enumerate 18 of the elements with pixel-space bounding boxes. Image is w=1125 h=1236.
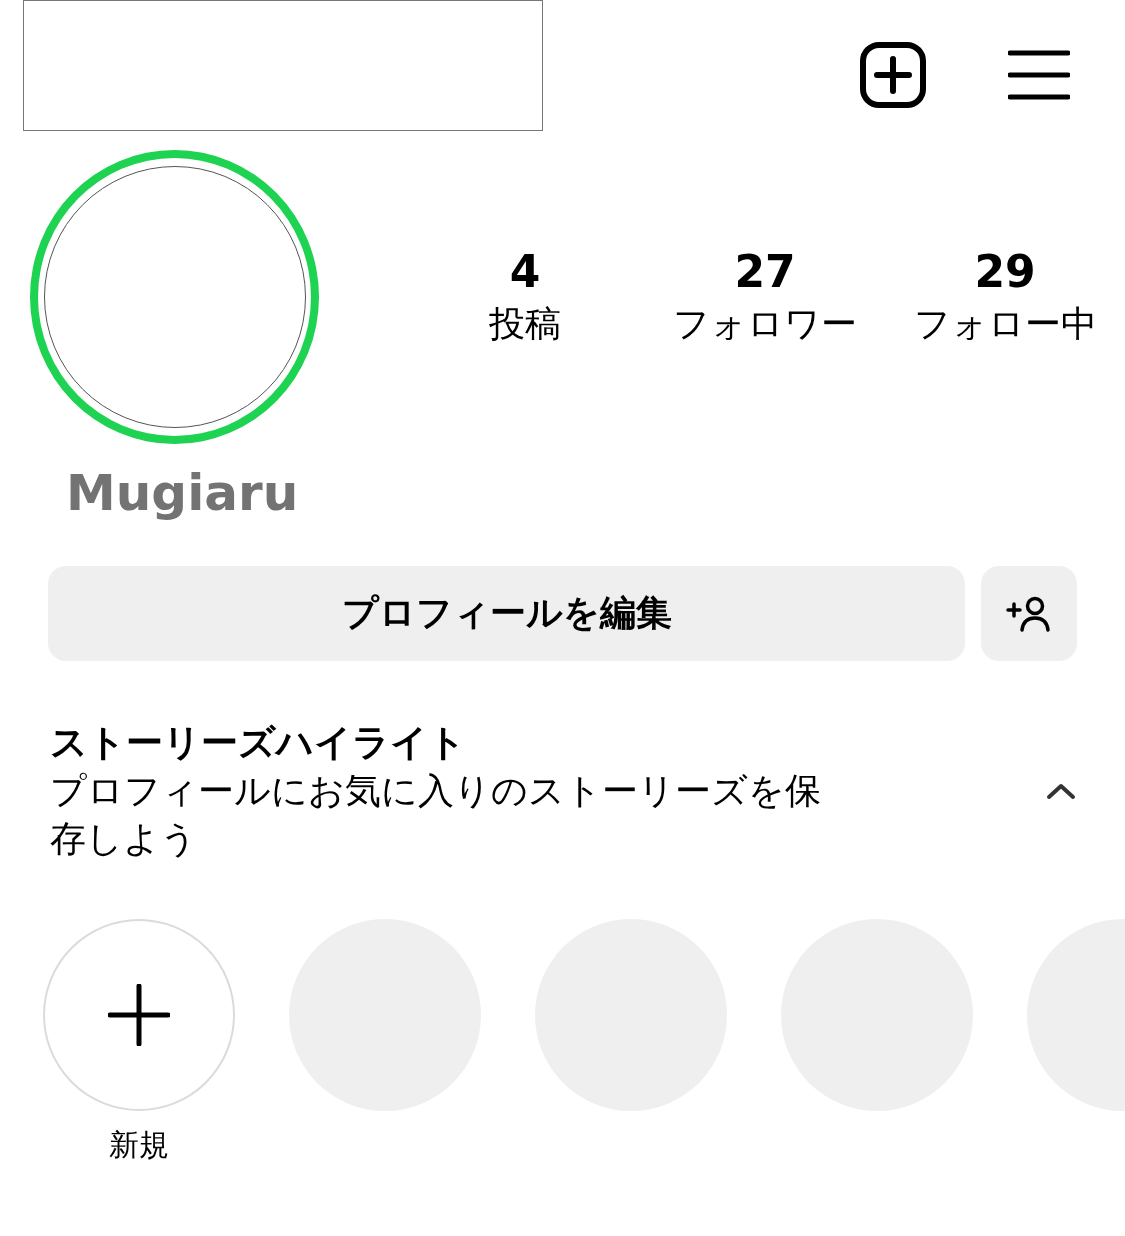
highlight-label: 新規 [109,1126,169,1164]
stat-count: 29 [974,245,1036,299]
plus-square-icon [860,42,926,108]
edit-profile-button[interactable]: プロフィールを編集 [48,566,965,661]
stat-count: 4 [509,245,541,299]
stat-label[interactable]: 投稿 [489,299,561,349]
collapse-button[interactable] [1045,781,1077,801]
highlights-description: プロフィールにお気に入りのストーリーズを保存しよう [50,769,822,861]
add-person-icon [1006,595,1052,632]
plus-icon [108,984,170,1046]
add-post-button[interactable] [860,42,926,108]
display-name: Mugiaru [65,463,300,524]
stat-label[interactable]: フォロワー [673,299,857,349]
stat-count: 27 [734,245,796,299]
highlights-title: ストーリーズハイライト [50,720,467,766]
stat-label[interactable]: フォロー中 [913,299,1097,349]
menu-icon [1008,50,1070,100]
discover-people-button[interactable] [981,566,1077,661]
